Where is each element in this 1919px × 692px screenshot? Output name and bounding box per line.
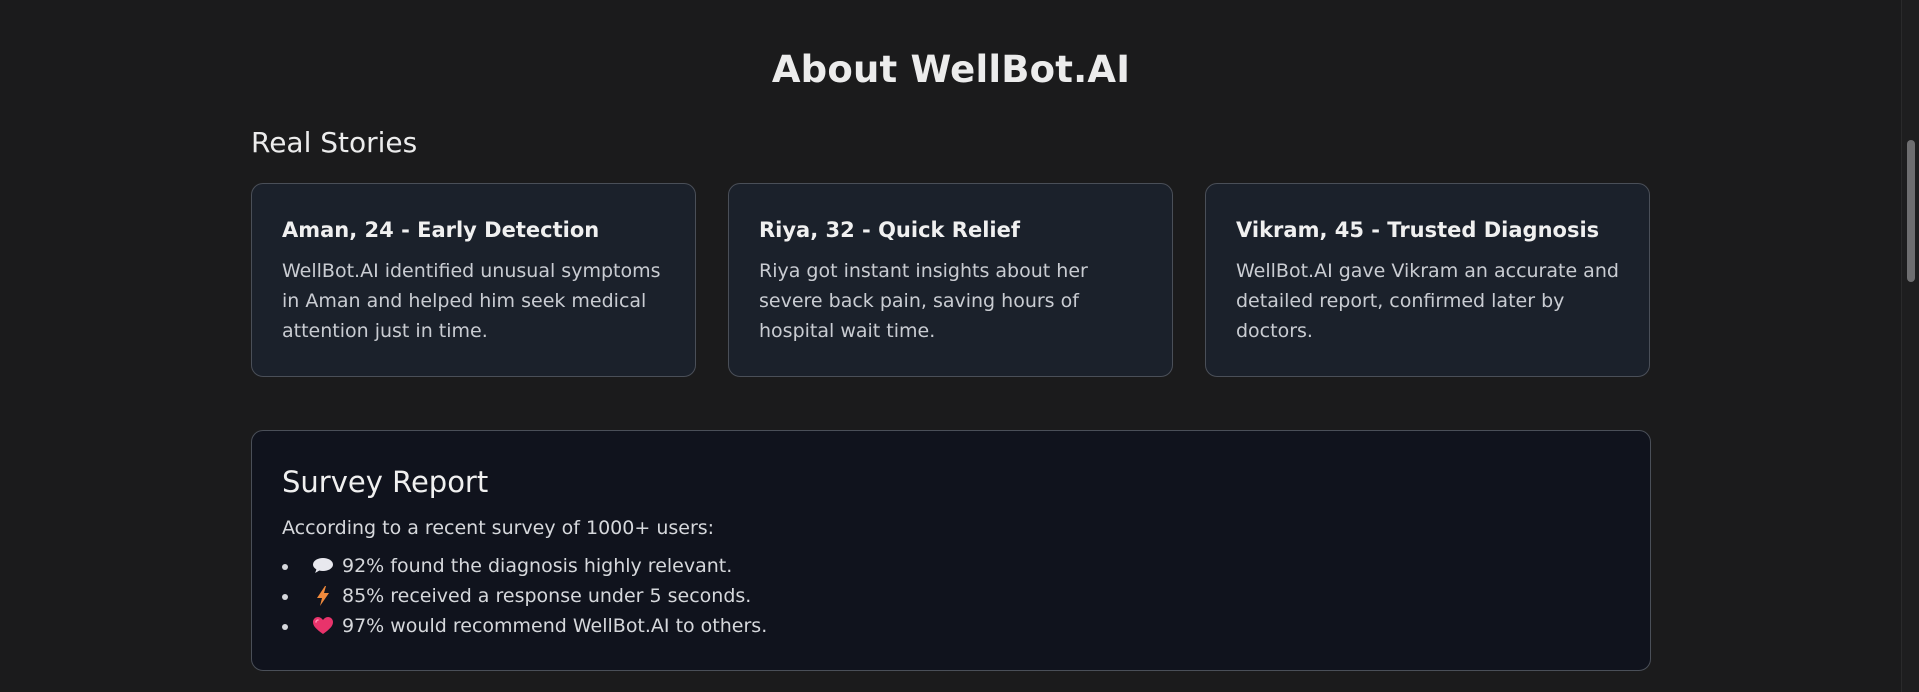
survey-item-text: 97% would recommend WellBot.AI to others…	[342, 615, 768, 637]
speech-bubble-icon	[312, 555, 334, 577]
vertical-scrollbar[interactable]	[1901, 0, 1919, 692]
scrollbar-thumb[interactable]	[1907, 140, 1915, 282]
survey-report-heading: Survey Report	[282, 465, 489, 499]
story-text: Riya got instant insights about her seve…	[759, 260, 1088, 342]
story-title: Vikram, 45 - Trusted Diagnosis	[1236, 218, 1600, 242]
about-page: About WellBot.AI Real Stories Aman, 24 -…	[0, 0, 1919, 692]
story-title: Riya, 32 - Quick Relief	[759, 218, 1020, 242]
story-text: WellBot.AI identified unusual symptoms i…	[282, 260, 661, 342]
real-stories-heading: Real Stories	[251, 126, 418, 159]
survey-report-card: Survey Report According to a recent surv…	[251, 430, 1651, 671]
list-item: 97% would recommend WellBot.AI to others…	[282, 611, 1620, 641]
story-card-aman: Aman, 24 - Early Detection WellBot.AI id…	[251, 183, 696, 377]
story-card-riya: Riya, 32 - Quick Relief Riya got instant…	[728, 183, 1173, 377]
bullet-icon	[282, 594, 288, 600]
story-title: Aman, 24 - Early Detection	[282, 218, 600, 242]
stories-grid: Aman, 24 - Early Detection WellBot.AI id…	[251, 183, 1651, 379]
survey-item-text: 85% received a response under 5 seconds.	[342, 585, 752, 607]
list-item: 92% found the diagnosis highly relevant.	[282, 551, 1620, 581]
heart-icon	[312, 615, 334, 637]
bullet-icon	[282, 564, 288, 570]
story-text: WellBot.AI gave Vikram an accurate and d…	[1236, 260, 1619, 342]
list-item: 85% received a response under 5 seconds.	[282, 581, 1620, 611]
bullet-icon	[282, 624, 288, 630]
survey-item-text: 92% found the diagnosis highly relevant.	[342, 555, 733, 577]
story-card-vikram: Vikram, 45 - Trusted Diagnosis WellBot.A…	[1205, 183, 1650, 377]
lightning-icon	[312, 585, 334, 607]
survey-list: 92% found the diagnosis highly relevant.…	[282, 551, 1620, 641]
survey-intro: According to a recent survey of 1000+ us…	[282, 517, 715, 539]
page-title: About WellBot.AI	[771, 48, 1131, 91]
